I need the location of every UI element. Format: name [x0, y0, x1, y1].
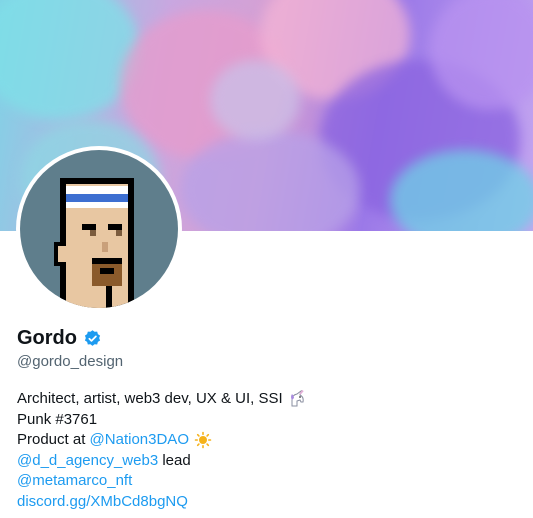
bio-line: @d_d_agency_web3 lead — [17, 451, 517, 472]
bio-line: Product at @Nation3DAO — [17, 430, 517, 451]
bio-text: Architect, artist, web3 dev, UX & UI, SS… — [17, 390, 283, 407]
bio-text: Punk #3761 — [17, 410, 98, 428]
avatar-image — [20, 150, 178, 308]
cryptopunk-avatar-icon — [54, 178, 134, 308]
unicorn-emoji-icon — [288, 390, 306, 408]
profile-name-row: Gordo — [17, 327, 102, 350]
sun-emoji-icon — [194, 431, 212, 449]
bio-text: Product at — [17, 431, 90, 448]
bio-line: Punk #3761 — [17, 410, 517, 431]
bio-text: lead — [158, 451, 191, 469]
bio-line: discord.gg/XMbCd8bgNQ — [17, 492, 517, 513]
verified-badge-icon[interactable] — [83, 329, 102, 348]
profile-name: Gordo — [17, 327, 77, 349]
mention-link-dd-agency[interactable]: @d_d_agency_web3 — [17, 451, 158, 472]
discord-link[interactable]: discord.gg/XMbCd8bgNQ — [17, 492, 188, 513]
profile-avatar[interactable] — [16, 146, 182, 312]
profile-bio: Architect, artist, web3 dev, UX & UI, SS… — [17, 389, 517, 512]
bio-line: @metamarco_nft — [17, 471, 517, 492]
profile-handle: @gordo_design — [17, 353, 124, 370]
mention-link-nation3dao[interactable]: @Nation3DAO — [90, 430, 189, 451]
mention-link-metamarco[interactable]: @metamarco_nft — [17, 471, 132, 492]
bio-line: Architect, artist, web3 dev, UX & UI, SS… — [17, 389, 517, 410]
